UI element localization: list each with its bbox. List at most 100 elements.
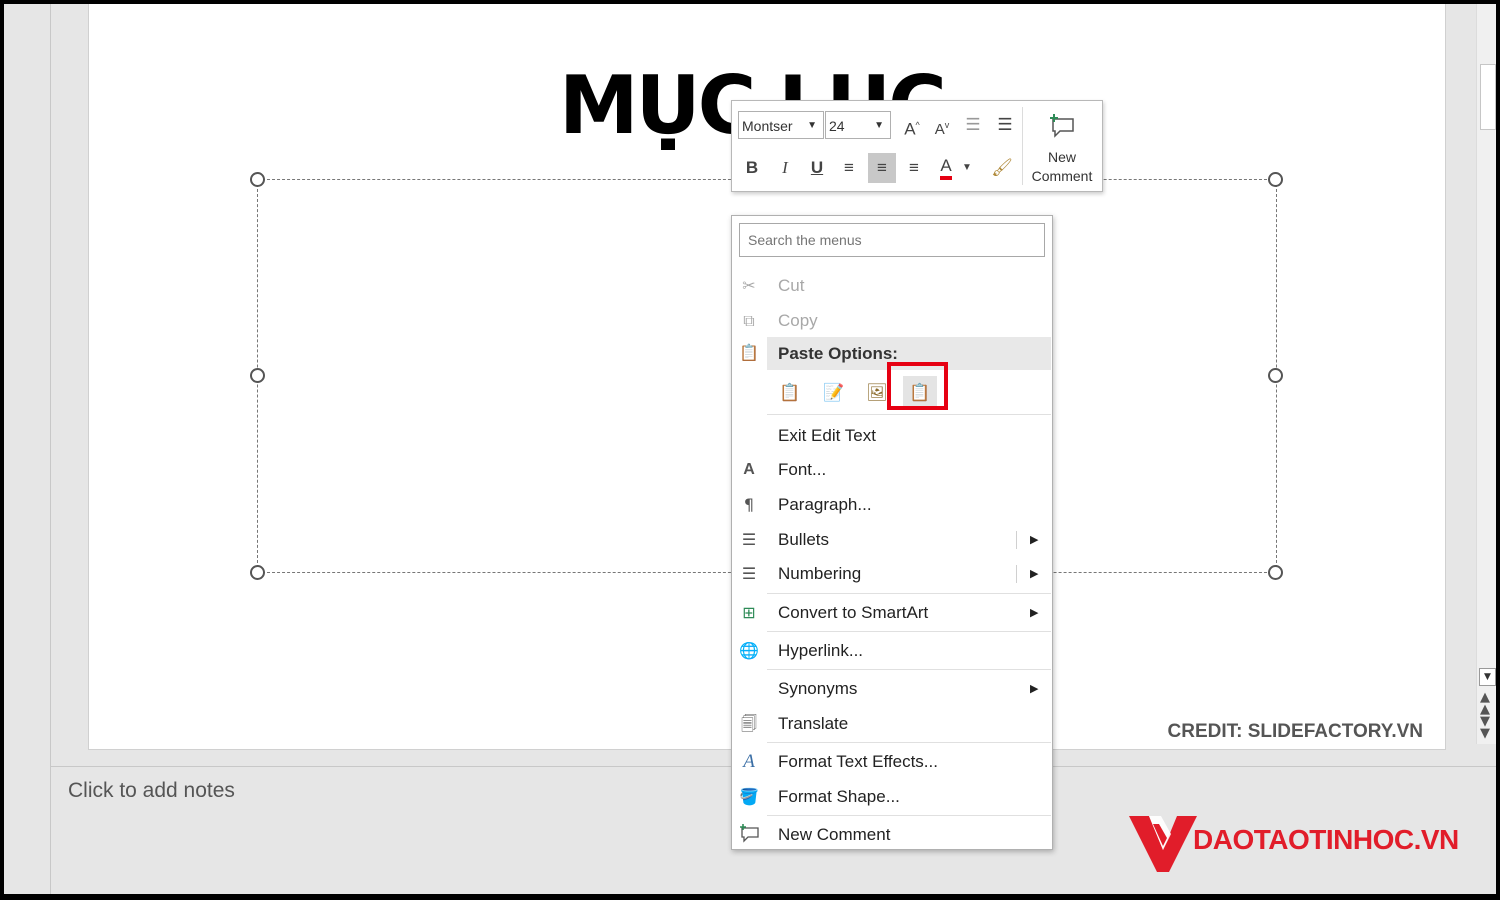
- font-size-dropdown[interactable]: 24 ▼: [825, 111, 891, 139]
- format-shape-icon: 🪣: [739, 787, 759, 806]
- resize-handle-middle-right[interactable]: [1268, 368, 1283, 383]
- menu-item-label: Exit Edit Text: [778, 426, 876, 445]
- menu-item-label: Convert to SmartArt: [778, 603, 929, 622]
- menu-item-cut[interactable]: ✂ Cut: [732, 269, 1052, 303]
- format-painter-icon: 🖌: [991, 158, 1013, 177]
- menu-item-copy[interactable]: ⧉ Copy: [732, 304, 1052, 338]
- toolbar-divider: [1022, 107, 1023, 185]
- vertical-scrollbar[interactable]: ▼ ▲ ▲ ▼ ▼: [1476, 4, 1496, 744]
- thumbnail-pane[interactable]: [4, 4, 51, 894]
- increase-indent-icon: ☰: [997, 115, 1013, 134]
- font-color-dropdown-button[interactable]: ▼: [960, 153, 974, 183]
- menu-separator: [767, 593, 1051, 594]
- submenu-arrow-icon: ▶: [1030, 567, 1039, 580]
- paste-destination-theme-icon: 📋: [779, 383, 801, 403]
- scrollbar-thumb[interactable]: [1480, 64, 1496, 130]
- menu-item-label: Format Shape...: [778, 787, 900, 806]
- menu-item-font[interactable]: A Font...: [732, 453, 1052, 487]
- slide-credit: CREDIT: SLIDEFACTORY.VN: [1167, 721, 1423, 742]
- menu-item-label: Cut: [778, 276, 805, 295]
- menu-item-label: Copy: [778, 311, 818, 330]
- menu-item-bullets[interactable]: ☰ Bullets ▶: [732, 523, 1052, 557]
- menu-item-label: Hyperlink...: [778, 641, 864, 660]
- paste-use-destination-theme-button[interactable]: 📋: [773, 376, 807, 410]
- menu-item-new-comment[interactable]: New Comment: [732, 818, 1052, 852]
- paste-keep-source-formatting-button[interactable]: 📝: [817, 376, 851, 410]
- decrease-indent-icon: ☰: [965, 115, 981, 134]
- menu-search-input[interactable]: [739, 223, 1045, 257]
- submenu-arrow-icon: ▶: [1030, 682, 1039, 695]
- submenu-divider: [1016, 531, 1017, 549]
- menu-item-convert-to-smartart[interactable]: ⊞ Convert to SmartArt ▶: [732, 596, 1052, 630]
- menu-item-format-shape[interactable]: 🪣 Format Shape...: [732, 780, 1052, 814]
- bullets-icon: ☰: [741, 530, 757, 549]
- menu-item-translate[interactable]: 🗐 Translate: [732, 707, 1052, 741]
- brand-name: DAOTAOTINHOC.VN: [1193, 824, 1459, 855]
- paste-picture-icon: 🖼: [866, 383, 888, 403]
- resize-handle-middle-left[interactable]: [250, 368, 265, 383]
- menu-item-exit-edit-text[interactable]: Exit Edit Text: [732, 419, 1052, 453]
- clipboard-icon: 📋: [739, 343, 759, 362]
- align-left-icon: ≡: [844, 158, 854, 177]
- menu-item-label: Numbering: [778, 564, 862, 583]
- menu-item-numbering[interactable]: ☰ Numbering ▶: [732, 557, 1052, 591]
- new-comment-icon: [737, 823, 761, 847]
- previous-slide-icon[interactable]: ▲ ▲: [1480, 691, 1490, 716]
- brand-logo-icon: [1129, 816, 1197, 872]
- font-name-dropdown[interactable]: Montser ▼: [738, 111, 824, 139]
- menu-item-synonyms[interactable]: Synonyms ▶: [732, 672, 1052, 706]
- font-color-button[interactable]: A: [932, 151, 960, 181]
- menu-separator: [767, 669, 1051, 670]
- resize-handle-bottom-left[interactable]: [250, 565, 265, 580]
- notes-placeholder[interactable]: Click to add notes: [68, 779, 235, 803]
- format-painter-button[interactable]: 🖌: [988, 153, 1016, 183]
- grow-font-button[interactable]: A^: [898, 110, 926, 140]
- submenu-arrow-icon: ▶: [1030, 533, 1039, 546]
- new-comment-toolbar-button[interactable]: New Comment: [1026, 113, 1098, 186]
- chevron-down-icon: ▼: [874, 120, 884, 131]
- menu-item-hyperlink[interactable]: 🌐 Hyperlink...: [732, 634, 1052, 668]
- underline-button[interactable]: U: [803, 153, 831, 183]
- menu-item-format-text-effects[interactable]: A Format Text Effects...: [732, 745, 1052, 779]
- chevron-down-icon: ▼: [807, 120, 817, 131]
- resize-handle-top-right[interactable]: [1268, 172, 1283, 187]
- menu-item-label: Synonyms: [778, 679, 858, 698]
- align-center-icon: ≡: [877, 158, 887, 177]
- mini-toolbar: Montser ▼ 24 ▼ A^ Av ☰ ☰ B I U ≡ ≡ ≡ A ▼…: [731, 100, 1103, 192]
- decrease-indent-button[interactable]: ☰: [959, 110, 987, 140]
- scroll-down-arrow-icon[interactable]: ▼: [1479, 668, 1496, 686]
- new-comment-label-1: New: [1047, 149, 1076, 165]
- hyperlink-icon: 🌐: [739, 641, 759, 660]
- bold-button[interactable]: B: [738, 153, 766, 183]
- menu-separator: [767, 631, 1051, 632]
- font-name-value: Montser: [742, 118, 793, 134]
- next-slide-icon[interactable]: ▼ ▼: [1480, 715, 1490, 740]
- highlight-annotation: [887, 362, 948, 410]
- align-center-button[interactable]: ≡: [868, 153, 896, 183]
- align-right-icon: ≡: [909, 158, 919, 177]
- font-icon: A: [743, 461, 755, 478]
- shrink-font-button[interactable]: Av: [928, 110, 956, 140]
- paste-keep-source-formatting-icon: 📝: [823, 383, 845, 403]
- menu-item-label: Paragraph...: [778, 495, 872, 514]
- numbering-icon: ☰: [741, 564, 757, 583]
- watermark-logo: DAOTAOTINHOC.VN: [1127, 810, 1497, 880]
- increase-indent-button[interactable]: ☰: [991, 110, 1019, 140]
- align-right-button[interactable]: ≡: [900, 153, 928, 183]
- menu-item-paragraph[interactable]: ¶ Paragraph...: [732, 488, 1052, 522]
- resize-handle-bottom-right[interactable]: [1268, 565, 1283, 580]
- resize-handle-top-left[interactable]: [250, 172, 265, 187]
- translate-icon: 🗐: [741, 714, 757, 733]
- submenu-arrow-icon: ▶: [1030, 606, 1039, 619]
- paste-options-label: Paste Options:: [778, 344, 898, 363]
- align-left-button[interactable]: ≡: [835, 153, 863, 183]
- scissors-icon: ✂: [742, 276, 756, 295]
- paragraph-icon: ¶: [743, 495, 755, 514]
- grow-font-icon: A: [904, 119, 916, 139]
- menu-separator: [767, 414, 1051, 415]
- menu-item-label: New Comment: [778, 825, 891, 844]
- menu-separator: [767, 815, 1051, 816]
- text-effects-icon: A: [743, 751, 755, 772]
- menu-item-label: Bullets: [778, 530, 830, 549]
- italic-button[interactable]: I: [771, 153, 799, 183]
